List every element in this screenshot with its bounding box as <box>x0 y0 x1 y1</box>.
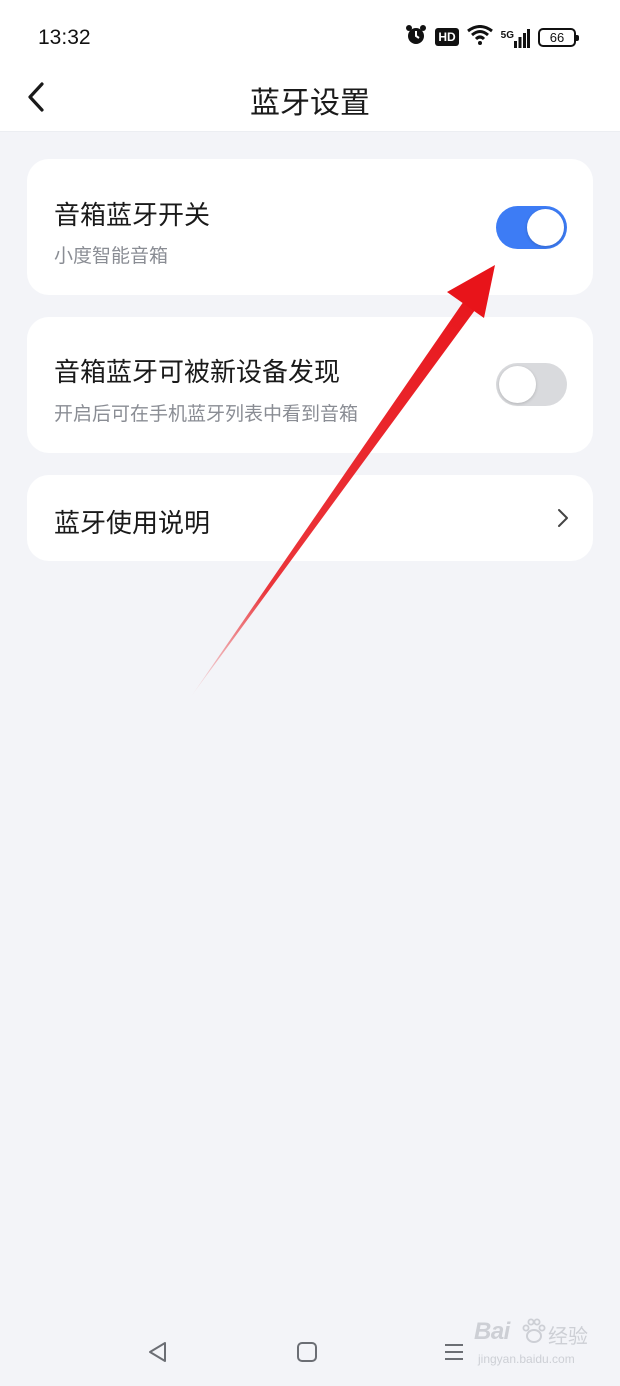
nav-menu-button[interactable] <box>434 1332 474 1372</box>
paw-icon <box>522 1318 546 1348</box>
watermark-logo: Bai <box>474 1318 510 1345</box>
toggle-knob <box>527 209 564 246</box>
home-square-icon <box>297 1342 317 1362</box>
setting-subtitle: 小度智能音箱 <box>54 245 169 267</box>
wifi-icon <box>466 25 493 49</box>
setting-title: 音箱蓝牙可被新设备发现 <box>54 358 341 388</box>
watermark: Bai 经验 jingyan.baidu.com <box>474 1316 594 1376</box>
chevron-right-icon <box>558 509 568 527</box>
setting-title: 音箱蓝牙开关 <box>54 201 211 231</box>
watermark-url: jingyan.baidu.com <box>478 1352 575 1366</box>
menu-lines-icon <box>445 1344 463 1360</box>
status-icons: HD 5G 66 <box>405 24 579 50</box>
header: 蓝牙设置 <box>0 70 620 132</box>
discoverable-toggle[interactable] <box>496 363 567 406</box>
status-time: 13:32 <box>38 26 91 49</box>
network-label: 5G <box>500 30 514 41</box>
toggle-knob <box>499 366 536 403</box>
watermark-brand: 经验 <box>548 1324 588 1348</box>
status-bar: 13:32 HD 5G 66 <box>0 0 620 70</box>
setting-title: 蓝牙使用说明 <box>54 509 211 539</box>
nav-home-button[interactable] <box>287 1332 327 1372</box>
back-triangle-icon <box>149 1342 166 1362</box>
page-title: 蓝牙设置 <box>250 86 370 121</box>
signal-5g-icon: 5G <box>501 26 530 48</box>
setting-subtitle: 开启后可在手机蓝牙列表中看到音箱 <box>54 403 359 425</box>
nav-back-button[interactable] <box>138 1332 178 1372</box>
battery-icon: 66 <box>538 27 579 47</box>
bluetooth-switch-toggle[interactable] <box>496 206 567 249</box>
setting-discoverable: 音箱蓝牙可被新设备发现 开启后可在手机蓝牙列表中看到音箱 <box>27 317 593 453</box>
alarm-icon <box>405 24 427 50</box>
bluetooth-instructions-item[interactable]: 蓝牙使用说明 <box>27 475 593 561</box>
hd-icon: HD <box>435 28 459 46</box>
setting-bluetooth-switch: 音箱蓝牙开关 小度智能音箱 <box>27 159 593 295</box>
screen: 13:32 HD 5G 66 蓝牙设置 音箱蓝牙开关 小度智能音箱 音箱蓝牙可被… <box>0 0 620 1386</box>
